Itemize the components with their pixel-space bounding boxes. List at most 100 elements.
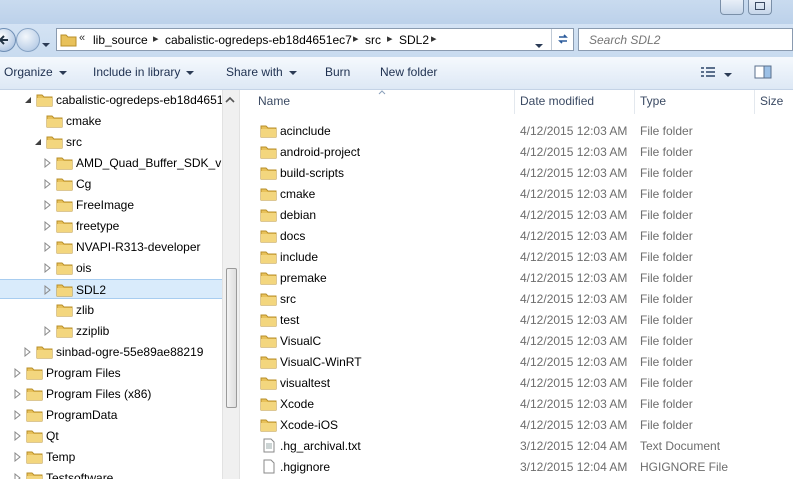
collapsed-triangle-icon[interactable] xyxy=(44,285,52,295)
breadcrumb-lib-source[interactable]: lib_source xyxy=(93,33,148,47)
organize-button[interactable]: Organize xyxy=(4,65,67,79)
nav-item[interactable]: Program Files (x86) xyxy=(0,384,222,404)
file-row[interactable]: Xcode-iOS 4/12/2015 12:03 AM File folder xyxy=(240,414,793,435)
nav-item[interactable]: NVAPI-R313-developer xyxy=(0,237,222,257)
address-history-dropdown[interactable] xyxy=(535,38,543,52)
collapsed-triangle-icon[interactable] xyxy=(14,473,22,479)
collapsed-triangle-icon[interactable] xyxy=(44,200,52,210)
file-row[interactable]: premake 4/12/2015 12:03 AM File folder xyxy=(240,267,793,288)
scroll-thumb[interactable] xyxy=(226,268,237,408)
nav-item[interactable]: sinbad-ogre-55e89ae88219 xyxy=(0,342,222,362)
file-date-modified: 4/12/2015 12:03 AM xyxy=(520,418,628,432)
nav-item[interactable]: Cg xyxy=(0,174,222,194)
collapsed-triangle-icon[interactable] xyxy=(14,368,22,378)
collapsed-triangle-icon[interactable] xyxy=(44,221,52,231)
nav-item[interactable]: src xyxy=(0,132,222,152)
breadcrumb-sdl2[interactable]: SDL2 xyxy=(399,33,429,47)
breadcrumb-chevron-icon[interactable]: ▸ xyxy=(353,32,359,45)
nav-item[interactable]: freetype xyxy=(0,216,222,236)
share-with-button[interactable]: Share with xyxy=(226,65,297,79)
nav-item[interactable]: AMD_Quad_Buffer_SDK_v11 xyxy=(0,153,222,173)
file-row[interactable]: test 4/12/2015 12:03 AM File folder xyxy=(240,309,793,330)
nav-item[interactable]: ProgramData xyxy=(0,405,222,425)
collapsed-triangle-icon[interactable] xyxy=(44,179,52,189)
breadcrumb-overflow-icon[interactable]: « xyxy=(79,32,85,44)
collapsed-triangle-icon[interactable] xyxy=(44,158,52,168)
new-folder-button[interactable]: New folder xyxy=(380,65,437,79)
recent-pages-dropdown[interactable] xyxy=(42,37,50,51)
file-row[interactable]: acinclude 4/12/2015 12:03 AM File folder xyxy=(240,120,793,141)
burn-button[interactable]: Burn xyxy=(325,65,350,79)
minimize-button[interactable] xyxy=(720,0,744,15)
nav-item[interactable]: zlib xyxy=(0,300,222,320)
collapsed-triangle-icon[interactable] xyxy=(44,242,52,252)
column-header-name[interactable]: Name xyxy=(258,94,290,108)
breadcrumb-cabalistic[interactable]: cabalistic-ogredeps-eb18d4651ec7 xyxy=(165,33,352,47)
breadcrumb-chevron-icon[interactable]: ▸ xyxy=(387,32,393,45)
file-date-modified: 4/12/2015 12:03 AM xyxy=(520,166,628,180)
expanded-triangle-icon[interactable] xyxy=(34,137,42,147)
column-header-type[interactable]: Type xyxy=(640,94,666,108)
refresh-button[interactable] xyxy=(551,29,574,50)
collapsed-triangle-icon[interactable] xyxy=(44,263,52,273)
scroll-up-button[interactable] xyxy=(224,93,236,107)
file-date-modified: 3/12/2015 12:04 AM xyxy=(520,439,628,453)
column-header-date[interactable]: Date modified xyxy=(520,94,594,108)
file-row[interactable]: .hgignore 3/12/2015 12:04 AM HGIGNORE File xyxy=(240,456,793,477)
nav-item[interactable]: Testsoftware xyxy=(0,468,222,479)
collapsed-triangle-icon[interactable] xyxy=(14,410,22,420)
collapsed-triangle-icon[interactable] xyxy=(14,452,22,462)
column-divider[interactable] xyxy=(514,90,515,114)
nav-item[interactable]: Temp xyxy=(0,447,222,467)
file-row[interactable]: visualtest 4/12/2015 12:03 AM File folder xyxy=(240,372,793,393)
file-row[interactable]: build-scripts 4/12/2015 12:03 AM File fold… xyxy=(240,162,793,183)
file-row[interactable]: src 4/12/2015 12:03 AM File folder xyxy=(240,288,793,309)
file-row[interactable]: .hg_archival.txt 3/12/2015 12:04 AM Text D… xyxy=(240,435,793,456)
file-type: File folder xyxy=(640,355,693,369)
file-row[interactable]: VisualC 4/12/2015 12:03 AM File folder xyxy=(240,330,793,351)
search-input[interactable] xyxy=(587,32,791,48)
nav-item[interactable]: FreeImage xyxy=(0,195,222,215)
file-row[interactable]: Xcode 4/12/2015 12:03 AM File folder xyxy=(240,393,793,414)
expanded-triangle-icon[interactable] xyxy=(24,95,32,105)
breadcrumb-chevron-icon[interactable]: ▸ xyxy=(431,32,437,45)
nav-item-label: src xyxy=(66,135,82,149)
file-name: src xyxy=(280,292,296,306)
collapsed-triangle-icon[interactable] xyxy=(24,347,32,357)
file-row[interactable]: docs 4/12/2015 12:03 AM File folder xyxy=(240,225,793,246)
file-row[interactable]: debian 4/12/2015 12:03 AM File folder xyxy=(240,204,793,225)
nav-item[interactable]: cabalistic-ogredeps-eb18d4651ec7 xyxy=(0,90,222,110)
folder-icon xyxy=(56,199,73,212)
file-row[interactable]: include 4/12/2015 12:03 AM File folder xyxy=(240,246,793,267)
nav-item-label: Program Files xyxy=(46,366,121,380)
back-arrow-icon xyxy=(0,35,8,45)
collapsed-triangle-icon[interactable] xyxy=(44,326,52,336)
column-header-size[interactable]: Size xyxy=(760,94,783,108)
breadcrumb-chevron-icon[interactable]: ▸ xyxy=(153,32,159,45)
nav-item[interactable]: SDL2 xyxy=(0,279,222,299)
address-bar[interactable]: « lib_source ▸ cabalistic-ogredeps-eb18d… xyxy=(56,28,574,51)
file-row[interactable]: VisualC-WinRT 4/12/2015 12:03 AM File fold… xyxy=(240,351,793,372)
forward-button[interactable] xyxy=(16,28,40,52)
file-row[interactable]: cmake 4/12/2015 12:03 AM File folder xyxy=(240,183,793,204)
change-view-button[interactable] xyxy=(700,65,716,82)
nav-item[interactable]: Qt xyxy=(0,426,222,446)
command-bar: Organize Include in library Share with B… xyxy=(0,57,793,90)
nav-item[interactable]: ois xyxy=(0,258,222,278)
nav-item[interactable]: zziplib xyxy=(0,321,222,341)
preview-pane-button[interactable] xyxy=(754,65,772,82)
nav-item-label: FreeImage xyxy=(76,198,135,212)
collapsed-triangle-icon[interactable] xyxy=(14,431,22,441)
file-row[interactable]: android-project 4/12/2015 12:03 AM File fo… xyxy=(240,141,793,162)
nav-item[interactable]: cmake xyxy=(0,111,222,131)
view-options-dropdown[interactable] xyxy=(724,67,732,81)
include-in-library-button[interactable]: Include in library xyxy=(93,65,195,79)
folder-icon xyxy=(46,115,63,128)
search-box[interactable] xyxy=(578,28,793,51)
collapsed-triangle-icon[interactable] xyxy=(14,389,22,399)
nav-item[interactable]: Program Files xyxy=(0,363,222,383)
column-divider[interactable] xyxy=(754,90,755,114)
maximize-button[interactable] xyxy=(748,0,772,15)
column-divider[interactable] xyxy=(634,90,635,114)
breadcrumb-src[interactable]: src xyxy=(365,33,381,47)
